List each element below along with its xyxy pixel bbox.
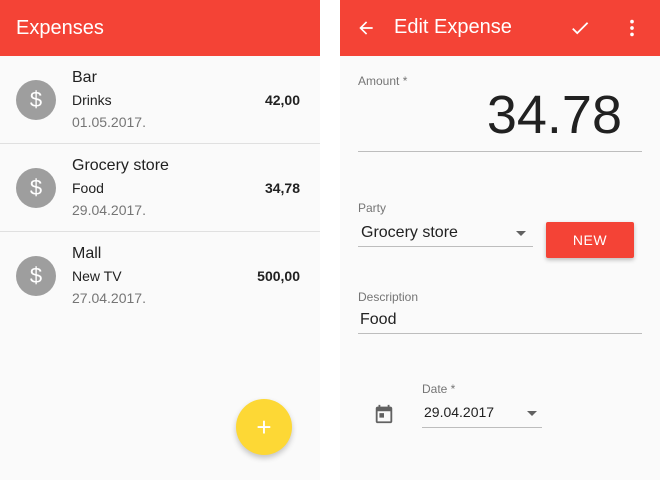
expense-date: 01.05.2017. (72, 114, 146, 130)
description-label: Description (358, 290, 419, 304)
description-underline (358, 333, 642, 334)
party-dropdown[interactable]: Grocery store (358, 222, 533, 246)
dollar-icon: $ (16, 168, 56, 208)
expense-category: Food (72, 180, 104, 196)
expense-title: Grocery store (72, 157, 169, 174)
caret-down-icon (516, 231, 526, 236)
page-title: Edit Expense (394, 16, 512, 38)
date-value: 29.04.2017 (424, 404, 495, 420)
expense-title: Mall (72, 245, 102, 262)
app-bar: Expenses (0, 0, 320, 56)
expense-category: Drinks (72, 92, 112, 108)
amount-underline (358, 151, 642, 152)
add-expense-button[interactable]: + (236, 399, 292, 455)
date-underline (422, 427, 542, 428)
expense-date: 29.04.2017. (72, 202, 146, 218)
calendar-icon[interactable] (372, 402, 396, 426)
app-bar: Edit Expense (340, 0, 660, 56)
more-vertical-icon[interactable] (620, 16, 644, 40)
expense-list: $ Bar Drinks 01.05.2017. 42,00 $ Grocery… (0, 56, 320, 320)
party-label: Party (358, 201, 387, 215)
expense-amount: 42,00 (264, 92, 300, 108)
check-icon[interactable] (568, 16, 592, 40)
caret-down-icon (527, 411, 537, 416)
list-item[interactable]: $ Bar Drinks 01.05.2017. 42,00 (0, 56, 320, 144)
amount-input[interactable]: 34.78 (487, 88, 622, 142)
expense-date: 27.04.2017. (72, 290, 146, 306)
page-title: Expenses (16, 16, 104, 39)
expense-amount: 500,00 (257, 268, 300, 284)
plus-icon: + (256, 411, 272, 442)
expense-amount: 34,78 (264, 180, 300, 196)
edit-expense-screen: Edit Expense Amount * 34.78 Party Grocer… (340, 0, 660, 480)
amount-label: Amount * (358, 74, 408, 88)
party-value: Grocery store (361, 224, 458, 241)
date-picker-field[interactable]: 29.04.2017 (422, 403, 542, 427)
list-item[interactable]: $ Grocery store Food 29.04.2017. 34,78 (0, 144, 320, 232)
expense-category: New TV (72, 268, 122, 284)
description-input[interactable]: Food (360, 311, 396, 329)
expenses-screen: Expenses $ Bar Drinks 01.05.2017. 42,00 … (0, 0, 320, 480)
new-party-button[interactable]: NEW (546, 222, 634, 258)
party-underline (358, 246, 533, 247)
date-label: Date * (422, 382, 456, 396)
dollar-icon: $ (16, 80, 56, 120)
list-item[interactable]: $ Mall New TV 27.04.2017. 500,00 (0, 232, 320, 320)
expense-title: Bar (72, 69, 97, 86)
arrow-left-icon[interactable] (354, 16, 378, 40)
dollar-icon: $ (16, 256, 56, 296)
